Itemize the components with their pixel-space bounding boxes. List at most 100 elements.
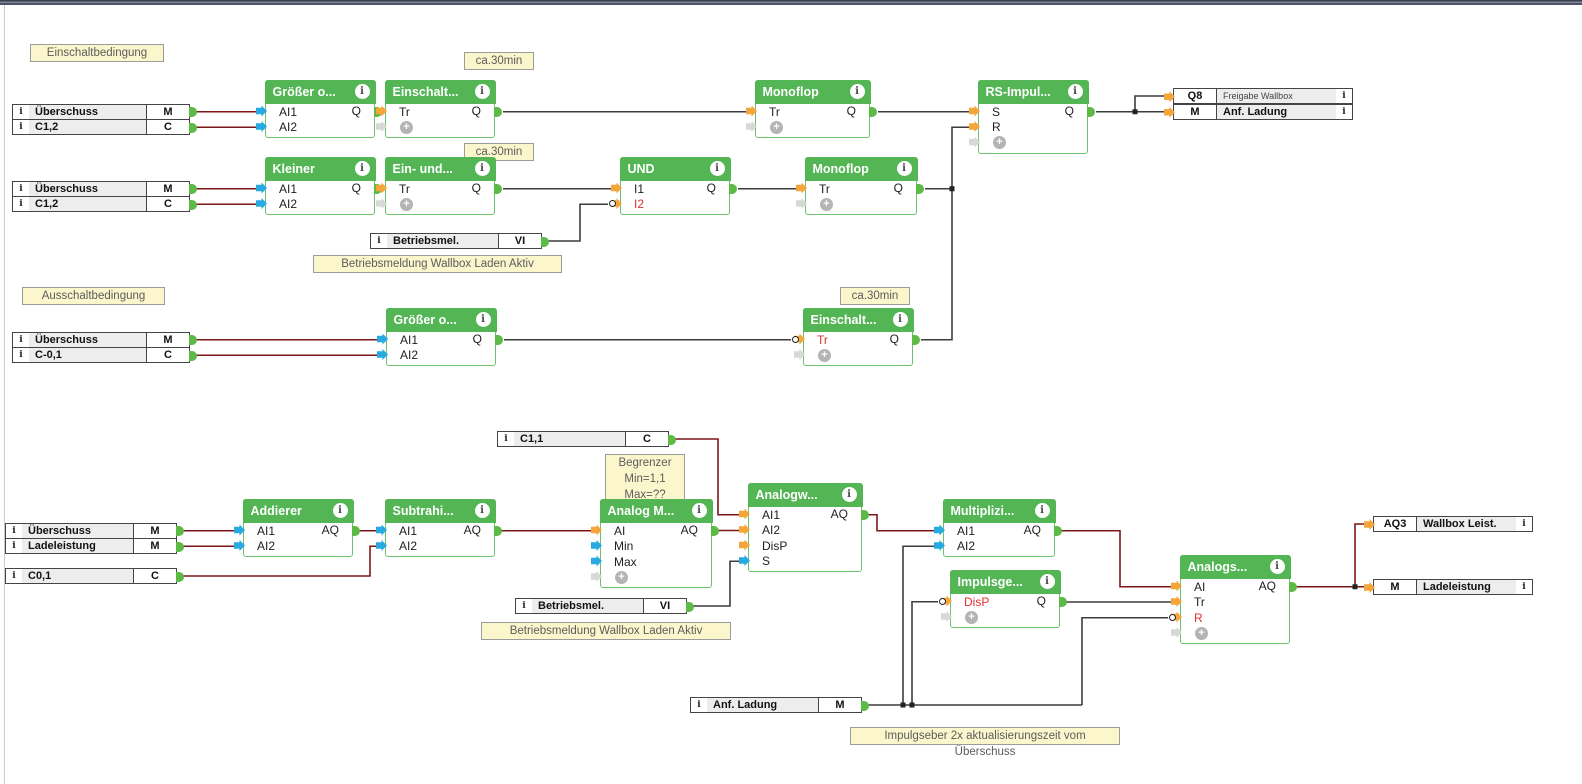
output-nub[interactable] xyxy=(176,571,184,582)
info-icon[interactable]: i xyxy=(1067,84,1083,99)
input-terminal-c12-2[interactable]: i C1,2 C xyxy=(12,196,197,213)
input-terminal-ladeleistung[interactable]: i Ladeleistung M xyxy=(5,538,184,555)
expand-parameter-icon[interactable]: + xyxy=(615,570,628,584)
input-terminal-ueberschuss-2[interactable]: i Überschuss M xyxy=(12,180,197,197)
output-nub[interactable] xyxy=(861,700,869,711)
info-icon[interactable]: i xyxy=(13,181,29,196)
analog-wire[interactable] xyxy=(1354,523,1364,587)
function-block-monoflop-2[interactable]: Monoflop i Tr + Q xyxy=(796,156,924,215)
note-begrenzer[interactable]: Begrenzer Min=1,1 Max=?? xyxy=(605,454,685,503)
input-terminal-anf-ladung[interactable]: i Anf. Ladung M xyxy=(690,697,869,713)
function-block-ein-und[interactable]: Ein- und... i Tr + Q xyxy=(376,156,502,215)
output-nub[interactable] xyxy=(189,350,197,361)
info-icon[interactable]: i xyxy=(13,348,29,363)
expand-parameter-icon[interactable]: + xyxy=(820,197,833,211)
info-icon[interactable]: i xyxy=(896,161,912,176)
info-icon[interactable]: i xyxy=(516,599,532,613)
info-icon[interactable]: i xyxy=(841,487,857,502)
info-icon[interactable]: i xyxy=(1269,559,1285,574)
output-nub[interactable] xyxy=(1054,525,1062,536)
function-block-groesser-oder-1[interactable]: Größer o... i AI1 AI2 Q xyxy=(256,79,382,138)
function-block-addierer[interactable]: Addierer i AI1 AI2 AQ xyxy=(234,498,360,557)
digital-wire[interactable] xyxy=(921,126,969,341)
output-terminal-q8[interactable]: Q8 Freigabe Wallbox i xyxy=(1164,88,1353,105)
output-nub[interactable] xyxy=(1087,106,1095,117)
digital-wire[interactable] xyxy=(911,600,938,705)
function-block-einschalt-2[interactable]: Einschalt... i Tr + Q xyxy=(792,307,920,366)
info-icon[interactable]: i xyxy=(13,332,29,347)
output-nub[interactable] xyxy=(176,541,184,552)
info-icon[interactable]: i xyxy=(6,539,22,554)
info-icon[interactable]: i xyxy=(1516,517,1532,531)
expand-parameter-icon[interactable]: + xyxy=(770,120,783,134)
info-icon[interactable]: i xyxy=(849,84,865,99)
output-nub[interactable] xyxy=(495,334,503,345)
output-nub[interactable] xyxy=(861,509,869,520)
info-icon[interactable]: i xyxy=(6,523,22,538)
info-icon[interactable]: i xyxy=(1516,580,1532,594)
output-nub[interactable] xyxy=(912,334,920,345)
info-icon[interactable]: i xyxy=(13,104,29,119)
info-icon[interactable]: i xyxy=(13,120,29,135)
output-nub[interactable] xyxy=(352,525,360,536)
info-icon[interactable]: i xyxy=(892,312,908,327)
info-icon[interactable]: i xyxy=(332,503,348,518)
function-block-analogwert[interactable]: Analogw... i AI1 AI2 DisP S AQ xyxy=(739,482,869,572)
function-block-monoflop-1[interactable]: Monoflop i Tr + Q xyxy=(746,79,877,138)
info-icon[interactable]: i xyxy=(475,312,491,327)
expand-parameter-icon[interactable]: + xyxy=(400,197,413,211)
output-nub[interactable] xyxy=(686,601,694,612)
note-einschaltbedingung[interactable]: Einschaltbedingung xyxy=(30,44,164,62)
note-ca30min-3[interactable]: ca.30min xyxy=(840,287,910,305)
function-block-einschalt-1[interactable]: Einschalt... i Tr + Q xyxy=(376,79,502,138)
info-icon[interactable]: i xyxy=(371,234,387,248)
function-block-impulsgeber[interactable]: Impulsge... i DisP + Q xyxy=(939,569,1067,628)
input-terminal-c12-1[interactable]: i C1,2 C xyxy=(12,119,197,136)
output-nub[interactable] xyxy=(541,236,549,247)
info-icon[interactable]: i xyxy=(354,84,370,99)
output-nub[interactable] xyxy=(494,525,502,536)
info-icon[interactable]: i xyxy=(6,569,22,583)
output-nub[interactable] xyxy=(729,183,737,194)
digital-wire[interactable] xyxy=(1081,616,1168,705)
input-terminal-ueberschuss-1[interactable]: i Überschuss M xyxy=(12,103,197,120)
output-nub[interactable] xyxy=(1289,581,1297,592)
function-block-groesser-oder-2[interactable]: Größer o... i AI1 AI2 Q xyxy=(377,307,503,366)
info-icon[interactable]: i xyxy=(474,503,490,518)
output-nub[interactable] xyxy=(711,525,719,536)
input-terminal-c11[interactable]: i C1,1 C xyxy=(497,431,676,447)
output-nub[interactable] xyxy=(1059,596,1067,607)
output-nub[interactable] xyxy=(869,106,877,117)
output-nub[interactable] xyxy=(494,106,502,117)
digital-wire[interactable] xyxy=(546,203,608,242)
info-icon[interactable]: i xyxy=(691,503,707,518)
expand-parameter-icon[interactable]: + xyxy=(400,120,413,134)
function-block-rs-impulsrelais[interactable]: RS-Impul... i S R + Q xyxy=(969,79,1095,154)
expand-parameter-icon[interactable]: + xyxy=(818,348,831,362)
info-icon[interactable]: i xyxy=(691,698,707,712)
info-icon[interactable]: i xyxy=(1039,574,1055,589)
output-terminal-m-ladeleistung[interactable]: M Ladeleistung i xyxy=(1364,579,1533,595)
expand-parameter-icon[interactable]: + xyxy=(993,136,1006,149)
info-icon[interactable]: i xyxy=(1336,89,1352,104)
info-icon[interactable]: i xyxy=(13,197,29,212)
output-nub[interactable] xyxy=(189,122,197,133)
input-terminal-c01[interactable]: i C0,1 C xyxy=(5,568,184,584)
analog-wire[interactable] xyxy=(864,513,934,532)
digital-wire[interactable] xyxy=(902,545,934,705)
input-terminal-betriebsmel-1[interactable]: i Betriebsmel. VI xyxy=(370,233,549,249)
note-ca30min-1[interactable]: ca.30min xyxy=(464,52,534,70)
info-icon[interactable]: i xyxy=(474,161,490,176)
info-icon[interactable]: i xyxy=(1336,104,1352,119)
function-block-und[interactable]: UND i I1 I2 Q xyxy=(609,156,737,215)
input-terminal-c-01[interactable]: i C-0,1 C xyxy=(12,347,197,364)
function-block-kleiner[interactable]: Kleiner i AI1 AI2 Q xyxy=(256,156,382,215)
output-nub[interactable] xyxy=(494,183,502,194)
function-block-analog-m[interactable]: Analog M... i AI Min Max + AQ xyxy=(591,498,719,588)
digital-wire[interactable] xyxy=(1134,95,1164,112)
input-terminal-betriebsmel-2[interactable]: i Betriebsmel. VI xyxy=(515,598,694,614)
expand-parameter-icon[interactable]: + xyxy=(965,610,978,624)
info-icon[interactable]: i xyxy=(474,84,490,99)
note-betriebsmeldung-1[interactable]: Betriebsmeldung Wallbox Laden Aktiv xyxy=(313,255,562,273)
output-nub[interactable] xyxy=(916,183,924,194)
